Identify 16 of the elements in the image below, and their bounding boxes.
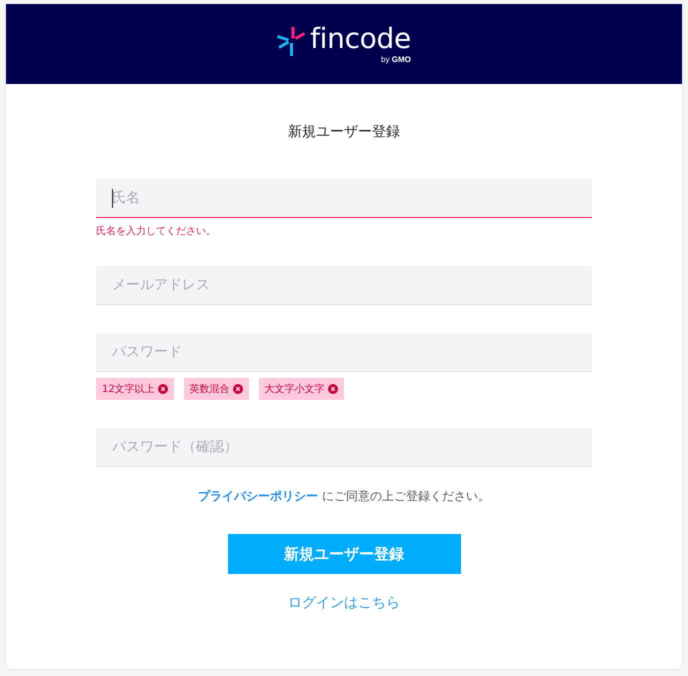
register-button[interactable]: 新規ユーザー登録 xyxy=(228,534,460,574)
cross-circle-icon xyxy=(158,384,168,394)
consent-text: プライバシーポリシー にご同意の上ご登録ください。 xyxy=(198,488,490,504)
asterisk-logo-icon xyxy=(277,27,306,56)
logo-wordmark: fincode xyxy=(310,24,411,54)
requirement-label: 大文字小文字 xyxy=(264,382,325,396)
cross-circle-icon xyxy=(328,384,338,394)
error-message: 氏名を入力してください。 xyxy=(96,226,217,238)
cross-circle-icon xyxy=(232,384,243,394)
privacy-policy-link[interactable]: プライバシーポリシー xyxy=(198,489,318,503)
input-field[interactable]: 氏名 xyxy=(96,179,592,218)
requirement-label: 英数混合 xyxy=(190,382,230,396)
logo-tagline: by GMO xyxy=(381,55,411,64)
page-title: 新規ユーザー登録 xyxy=(288,123,400,141)
login-link[interactable]: ログインはこちら xyxy=(288,594,400,612)
requirement-label: 12文字以上 xyxy=(102,382,155,396)
